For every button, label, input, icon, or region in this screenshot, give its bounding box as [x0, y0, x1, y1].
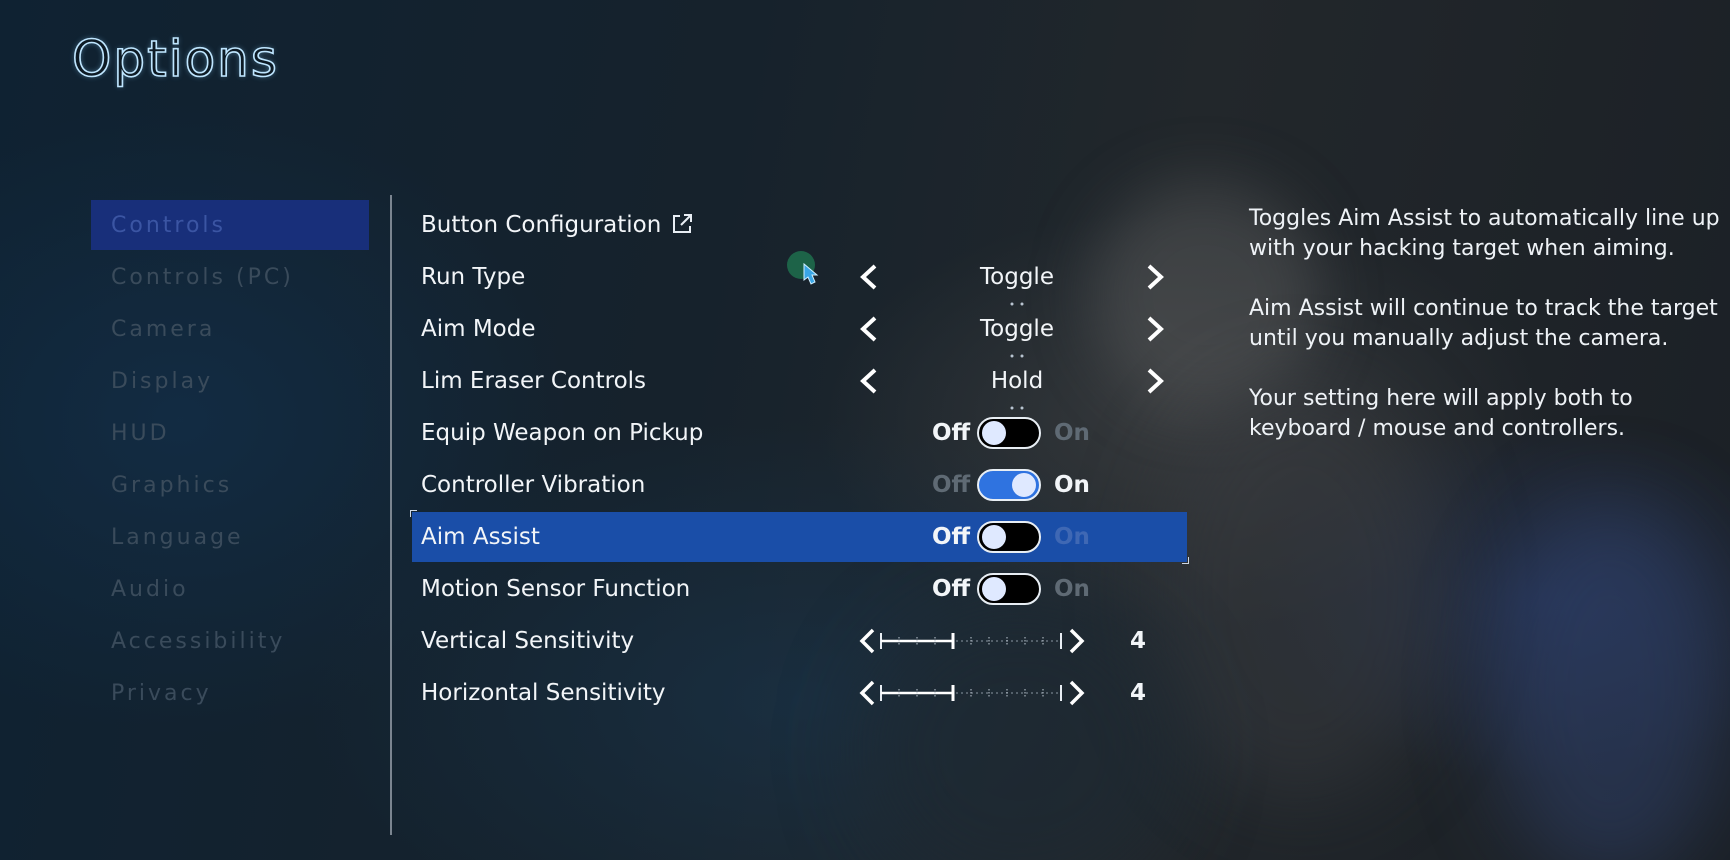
- option-value: Hold: [990, 368, 1044, 394]
- help-line: Aim Assist will continue to track the ta…: [1249, 296, 1718, 321]
- equip-weapon-toggle[interactable]: [977, 417, 1041, 449]
- slider-left-icon: [859, 680, 875, 706]
- sidebar-item-hud[interactable]: HUD: [91, 408, 369, 458]
- chevron-right-icon[interactable]: [1143, 368, 1165, 394]
- option-label: Horizontal Sensitivity: [421, 680, 666, 706]
- sidebar-item-controls-pc[interactable]: Controls (PC): [91, 252, 369, 302]
- hand-cursor-icon: [786, 250, 826, 290]
- option-label: Aim Assist: [421, 524, 540, 550]
- toggle-off-label: Off: [932, 472, 971, 498]
- toggle-on-label: On: [1054, 576, 1090, 602]
- option-label: Run Type: [421, 264, 526, 290]
- help-paragraph: Aim Assist will continue to track the ta…: [1249, 294, 1730, 354]
- sidebar-item-privacy[interactable]: Privacy: [91, 668, 369, 718]
- toggle-off-label: Off: [932, 420, 971, 446]
- sidebar-item-language[interactable]: Language: [91, 512, 369, 562]
- option-label: Motion Sensor Function: [421, 576, 691, 602]
- page-dots-icon: [1009, 343, 1025, 358]
- toggle-knob: [982, 525, 1006, 549]
- help-line: keyboard / mouse and controllers.: [1249, 416, 1626, 441]
- controller-vibration-toggle[interactable]: [977, 469, 1041, 501]
- toggle-on-label: On: [1054, 420, 1090, 446]
- chevron-right-icon[interactable]: [1143, 316, 1165, 342]
- option-lim-eraser-controls[interactable]: Lim Eraser Controls Hold: [412, 356, 1187, 410]
- toggle-off-label: Off: [932, 576, 971, 602]
- option-controller-vibration[interactable]: Controller Vibration Off On: [412, 460, 1187, 510]
- slider-left-icon: [859, 628, 875, 654]
- external-link-icon: [670, 212, 694, 236]
- option-label: Button Configuration: [421, 212, 662, 238]
- page-dots-icon: [1009, 291, 1025, 306]
- chevron-left-icon[interactable]: [859, 316, 881, 342]
- sidebar-item-audio[interactable]: Audio: [91, 564, 369, 614]
- toggle-knob: [982, 421, 1006, 445]
- aim-assist-toggle[interactable]: [977, 521, 1041, 553]
- option-value: Toggle: [980, 264, 1054, 290]
- option-aim-assist[interactable]: Aim Assist Off On: [410, 510, 1189, 564]
- chevron-right-icon[interactable]: [1143, 264, 1165, 290]
- help-paragraph: Your setting here will apply both to keyb…: [1249, 384, 1730, 444]
- help-line: with your hacking target when aiming.: [1249, 236, 1675, 261]
- chevron-left-icon[interactable]: [859, 264, 881, 290]
- option-motion-sensor-function[interactable]: Motion Sensor Function Off On: [412, 564, 1187, 614]
- help-paragraph: Toggles Aim Assist to automatically line…: [1249, 204, 1730, 264]
- option-label: Aim Mode: [421, 316, 536, 342]
- option-aim-mode[interactable]: Aim Mode Toggle: [412, 304, 1187, 358]
- motion-sensor-toggle[interactable]: [977, 573, 1041, 605]
- option-label: Controller Vibration: [421, 472, 646, 498]
- options-screen: Options Controls Controls (PC) Camera Di…: [0, 0, 1730, 860]
- option-horizontal-sensitivity[interactable]: Horizontal Sensitivity 4: [412, 668, 1187, 718]
- option-label: Equip Weapon on Pickup: [421, 420, 704, 446]
- option-label: Vertical Sensitivity: [421, 628, 635, 654]
- background-figure: [1490, 500, 1730, 860]
- option-button-configuration[interactable]: Button Configuration: [412, 200, 1187, 250]
- toggle-off-label: Off: [932, 524, 971, 550]
- help-line: Toggles Aim Assist to automatically line…: [1249, 206, 1720, 231]
- horizontal-sensitivity-slider[interactable]: [859, 678, 1085, 708]
- toggle-on-label: On: [1054, 472, 1090, 498]
- slider-value: 4: [1130, 628, 1147, 654]
- sidebar-item-camera[interactable]: Camera: [91, 304, 369, 354]
- sidebar-item-graphics[interactable]: Graphics: [91, 460, 369, 510]
- help-line: Your setting here will apply both to: [1249, 386, 1633, 411]
- slider-right-icon: [1069, 680, 1085, 706]
- sidebar-item-controls[interactable]: Controls: [91, 200, 369, 250]
- page-dots-icon: [1009, 395, 1025, 410]
- option-value: Toggle: [980, 316, 1054, 342]
- toggle-knob: [1012, 473, 1036, 497]
- toggle-on-label: On: [1054, 524, 1090, 550]
- sidebar-item-display[interactable]: Display: [91, 356, 369, 406]
- page-title: Options: [71, 29, 279, 89]
- toggle-knob: [982, 577, 1006, 601]
- option-equip-weapon-on-pickup[interactable]: Equip Weapon on Pickup Off On: [412, 408, 1187, 458]
- help-panel: Toggles Aim Assist to automatically line…: [1249, 204, 1730, 474]
- help-line: until you manually adjust the camera.: [1249, 326, 1669, 351]
- vertical-sensitivity-slider[interactable]: [859, 626, 1085, 656]
- slider-value: 4: [1130, 680, 1147, 706]
- slider-right-icon: [1069, 628, 1085, 654]
- chevron-left-icon[interactable]: [859, 368, 881, 394]
- sidebar-item-accessibility[interactable]: Accessibility: [91, 616, 369, 666]
- option-label: Lim Eraser Controls: [421, 368, 647, 394]
- option-vertical-sensitivity[interactable]: Vertical Sensitivity 4: [412, 616, 1187, 666]
- sidebar-nav: Controls Controls (PC) Camera Display HU…: [91, 200, 369, 720]
- sidebar-divider: [390, 195, 392, 835]
